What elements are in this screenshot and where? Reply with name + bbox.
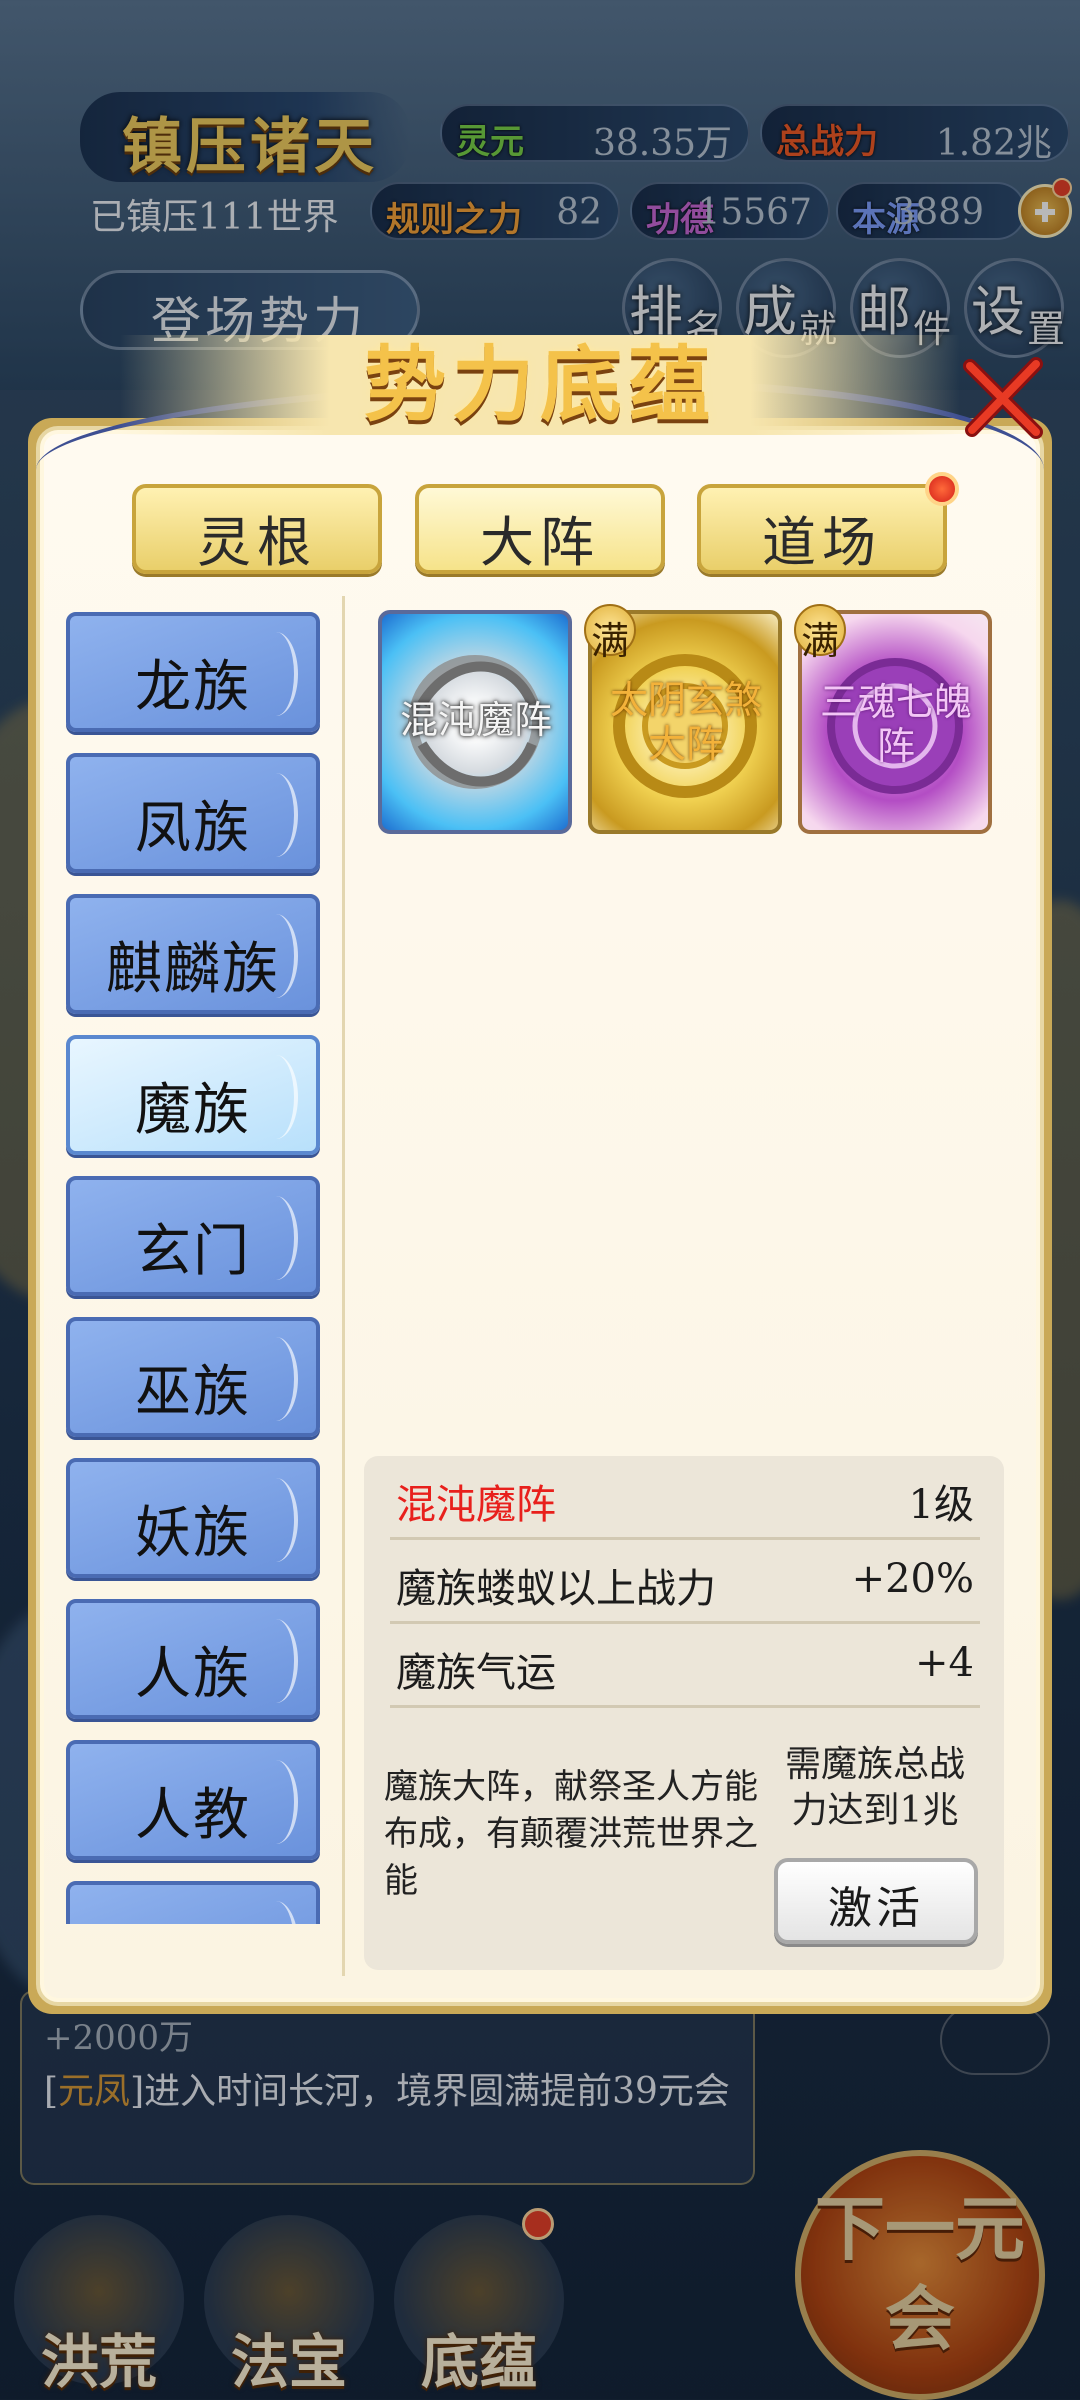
detail-header: 混沌魔阵 1级 xyxy=(390,1456,980,1540)
faction-item-yaozu[interactable]: 妖族 xyxy=(66,1458,320,1578)
faction-label: 麒麟族 xyxy=(106,937,280,1002)
detail-attr-row: 魔族气运 +4 xyxy=(390,1624,980,1708)
activation-requirement: 需魔族总战力达到1兆 xyxy=(784,1744,965,1831)
formation-name: 三魂七魄阵 xyxy=(819,680,972,768)
tab-label: 大阵 xyxy=(480,511,600,574)
faction-label: 阐教 xyxy=(70,1911,316,1924)
attr-value: +20% xyxy=(851,1556,974,1602)
faction-label: 凤族 xyxy=(135,796,251,861)
faction-label: 魔族 xyxy=(135,1078,251,1143)
faction-item-chanjiao[interactable]: 阐教 xyxy=(66,1881,320,1924)
activate-button-label: 激活 xyxy=(828,1883,924,1934)
attr-label: 魔族蝼蚁以上战力 xyxy=(396,1566,716,1612)
formation-card-chaos[interactable]: 混沌魔阵 xyxy=(378,610,572,834)
detail-attr-row: 魔族蝼蚁以上战力 +20% xyxy=(390,1540,980,1624)
faction-item-xuanmen[interactable]: 玄门 xyxy=(66,1176,320,1296)
attr-label: 魔族气运 xyxy=(396,1650,556,1696)
faction-item-renjiao[interactable]: 人教 xyxy=(66,1740,320,1860)
faction-label: 巫族 xyxy=(135,1360,251,1425)
tab-label: 道场 xyxy=(762,511,882,574)
modal-title: 势力底蕴 xyxy=(363,337,716,433)
full-badge: 满 xyxy=(794,604,846,663)
activate-button[interactable]: 激活 xyxy=(774,1858,978,1944)
faction-label: 人族 xyxy=(135,1642,251,1707)
faction-label: 龙族 xyxy=(135,655,251,720)
faction-item-longzu[interactable]: 龙族 xyxy=(66,612,320,732)
faction-item-qilinzu[interactable]: 麒麟族 xyxy=(66,894,320,1014)
tab-daochang[interactable]: 道场 xyxy=(697,484,947,574)
faction-item-wuzu[interactable]: 巫族 xyxy=(66,1317,320,1437)
tab-label: 灵根 xyxy=(197,511,317,574)
formation-name: 太阴玄煞大阵 xyxy=(609,678,762,766)
notification-dot xyxy=(925,472,959,506)
faction-label: 玄门 xyxy=(135,1219,251,1284)
faction-label: 人教 xyxy=(135,1783,251,1848)
detail-formation-name: 混沌魔阵 xyxy=(396,1482,556,1528)
faction-item-mozu[interactable]: 魔族 xyxy=(66,1035,320,1155)
tab-linggen[interactable]: 灵根 xyxy=(132,484,382,574)
faction-item-renzu[interactable]: 人族 xyxy=(66,1599,320,1719)
tab-dazhen[interactable]: 大阵 xyxy=(415,484,665,574)
column-divider xyxy=(342,596,345,1976)
close-icon[interactable] xyxy=(958,352,1048,442)
faction-item-fengzu[interactable]: 凤族 xyxy=(66,753,320,873)
faction-list[interactable]: 龙族 凤族 麒麟族 魔族 玄门 巫族 妖族 人族 人教 阐教 xyxy=(66,612,322,1924)
detail-level: 1级 xyxy=(908,1482,974,1528)
full-badge-label: 满 xyxy=(800,619,839,663)
faction-label: 妖族 xyxy=(135,1501,251,1566)
attr-value: +4 xyxy=(915,1640,974,1686)
full-badge-label: 满 xyxy=(590,619,629,663)
formation-name: 混沌魔阵 xyxy=(399,698,552,742)
formation-description: 魔族大阵，献祭圣人方能布成，有颠覆洪荒世界之能 xyxy=(384,1767,758,1901)
full-badge: 满 xyxy=(584,604,636,663)
